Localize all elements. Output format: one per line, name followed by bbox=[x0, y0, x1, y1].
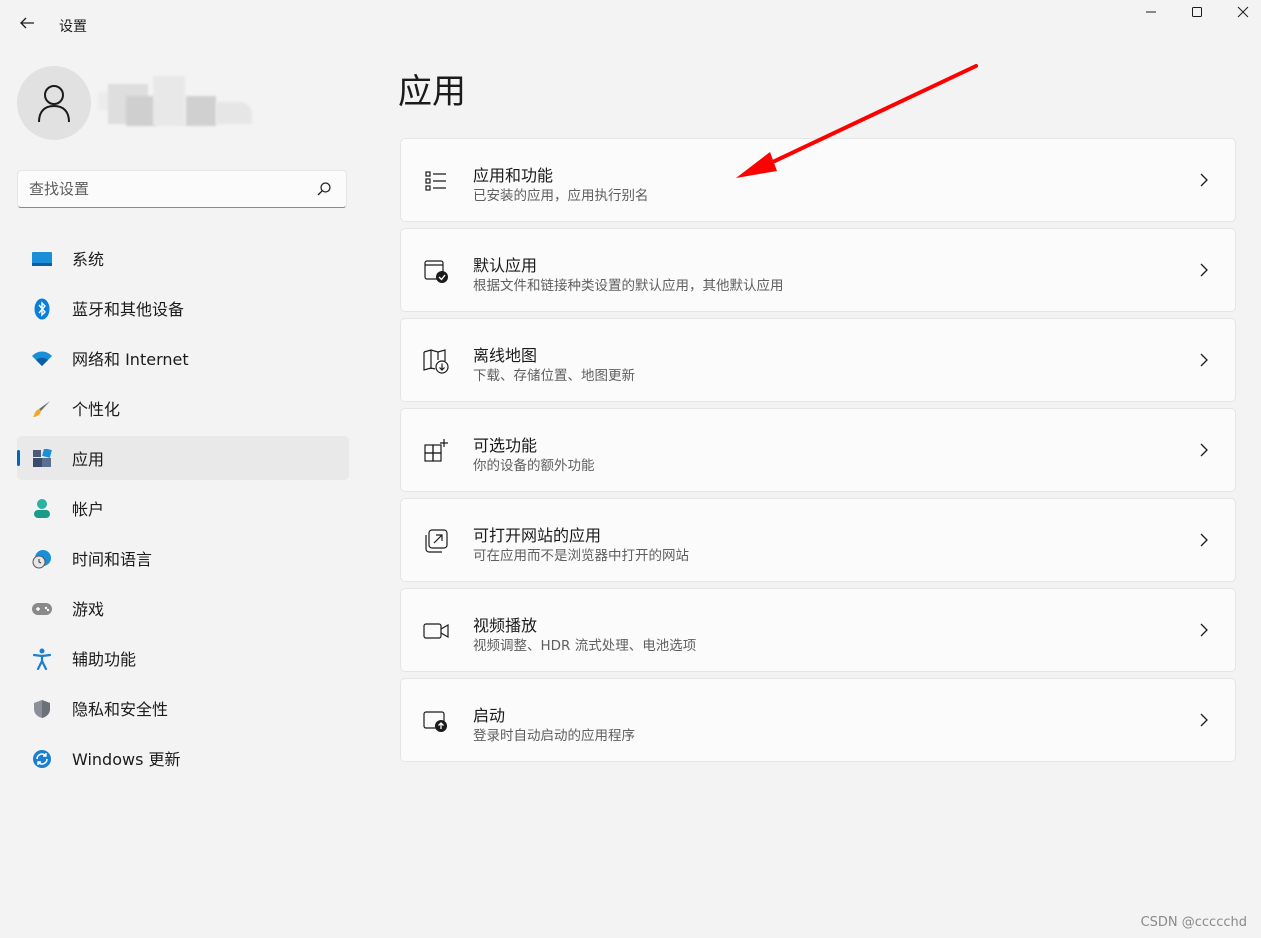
chevron-right-icon bbox=[1200, 713, 1208, 727]
card-offline-maps[interactable]: 离线地图 下载、存储位置、地图更新 bbox=[400, 318, 1236, 402]
app-title: 设置 bbox=[59, 19, 87, 35]
maximize-button[interactable] bbox=[1174, 0, 1220, 24]
search-icon[interactable] bbox=[316, 181, 332, 197]
card-title: 启动 bbox=[473, 706, 506, 725]
sidebar-item-label: 游戏 bbox=[72, 600, 105, 619]
sidebar-item-label: Windows 更新 bbox=[72, 750, 181, 769]
close-icon bbox=[1237, 6, 1249, 18]
watermark: CSDN @ccccchd bbox=[1140, 915, 1247, 930]
startup-icon bbox=[423, 708, 449, 734]
card-title: 可选功能 bbox=[473, 436, 538, 455]
card-apps-for-websites[interactable]: 可打开网站的应用 可在应用而不是浏览器中打开的网站 bbox=[400, 498, 1236, 582]
sidebar-item-personalization[interactable]: 个性化 bbox=[17, 386, 349, 430]
minimize-icon bbox=[1146, 11, 1156, 13]
search-input[interactable] bbox=[29, 171, 309, 207]
chevron-right-icon bbox=[1200, 623, 1208, 637]
user-name-obscured bbox=[98, 76, 254, 128]
video-camera-icon bbox=[423, 618, 449, 644]
sidebar-item-windows-update[interactable]: Windows 更新 bbox=[17, 736, 349, 780]
sidebar-nav: 系统 蓝牙和其他设备 网络和 Internet 个性化 应用 帐户 时间和语言 … bbox=[17, 236, 349, 786]
card-title: 离线地图 bbox=[473, 346, 538, 365]
close-button[interactable] bbox=[1220, 0, 1261, 24]
card-title: 默认应用 bbox=[473, 256, 538, 275]
card-subtitle: 你的设备的额外功能 bbox=[473, 458, 595, 474]
card-subtitle: 根据文件和链接种类设置的默认应用，其他默认应用 bbox=[473, 278, 784, 294]
account-person-icon bbox=[31, 498, 53, 520]
card-title: 视频播放 bbox=[473, 616, 538, 635]
system-display-icon bbox=[31, 248, 53, 270]
back-arrow-icon bbox=[20, 17, 34, 29]
chevron-right-icon bbox=[1200, 443, 1208, 457]
minimize-button[interactable] bbox=[1128, 0, 1174, 24]
open-external-icon bbox=[423, 528, 449, 554]
sidebar-item-label: 隐私和安全性 bbox=[72, 700, 169, 719]
settings-card-list: 应用和功能 已安装的应用，应用执行别名 默认应用 根据文件和链接种类设置的默认应… bbox=[400, 138, 1236, 768]
chevron-right-icon bbox=[1200, 353, 1208, 367]
active-indicator bbox=[17, 450, 20, 466]
sidebar-item-label: 网络和 Internet bbox=[72, 350, 189, 369]
sidebar-item-label: 蓝牙和其他设备 bbox=[72, 300, 185, 319]
card-apps-features[interactable]: 应用和功能 已安装的应用，应用执行别名 bbox=[400, 138, 1236, 222]
sidebar-item-privacy[interactable]: 隐私和安全性 bbox=[17, 686, 349, 730]
sidebar-item-accounts[interactable]: 帐户 bbox=[17, 486, 349, 530]
sidebar-item-label: 系统 bbox=[72, 250, 105, 269]
apps-icon bbox=[31, 448, 53, 470]
list-icon bbox=[423, 168, 449, 194]
default-app-check-icon bbox=[423, 258, 449, 284]
add-feature-icon bbox=[423, 438, 449, 464]
globe-clock-icon bbox=[31, 548, 53, 570]
card-subtitle: 登录时自动启动的应用程序 bbox=[473, 728, 635, 744]
sidebar-item-system[interactable]: 系统 bbox=[17, 236, 349, 280]
card-default-apps[interactable]: 默认应用 根据文件和链接种类设置的默认应用，其他默认应用 bbox=[400, 228, 1236, 312]
card-title: 应用和功能 bbox=[473, 166, 554, 185]
card-title: 可打开网站的应用 bbox=[473, 526, 602, 545]
card-video-playback[interactable]: 视频播放 视频调整、HDR 流式处理、电池选项 bbox=[400, 588, 1236, 672]
sidebar-item-accessibility[interactable]: 辅助功能 bbox=[17, 636, 349, 680]
page-title: 应用 bbox=[398, 72, 466, 112]
windows-update-icon bbox=[31, 748, 53, 770]
user-avatar[interactable] bbox=[17, 66, 91, 140]
chevron-right-icon bbox=[1200, 263, 1208, 277]
card-optional-features[interactable]: 可选功能 你的设备的额外功能 bbox=[400, 408, 1236, 492]
sidebar-item-label: 辅助功能 bbox=[72, 650, 137, 669]
bluetooth-icon bbox=[31, 298, 53, 320]
sidebar-item-label: 个性化 bbox=[72, 400, 121, 419]
card-startup[interactable]: 启动 登录时自动启动的应用程序 bbox=[400, 678, 1236, 762]
chevron-right-icon bbox=[1200, 173, 1208, 187]
paintbrush-icon bbox=[31, 398, 53, 420]
card-subtitle: 已安装的应用，应用执行别名 bbox=[473, 188, 649, 204]
title-bar: 设置 bbox=[0, 0, 1261, 48]
card-subtitle: 下载、存储位置、地图更新 bbox=[473, 368, 635, 384]
sidebar-item-time-language[interactable]: 时间和语言 bbox=[17, 536, 349, 580]
back-button[interactable] bbox=[12, 8, 42, 38]
card-subtitle: 视频调整、HDR 流式处理、电池选项 bbox=[473, 638, 697, 654]
gamepad-icon bbox=[31, 598, 53, 620]
sidebar-item-label: 时间和语言 bbox=[72, 550, 153, 569]
sidebar-item-bluetooth[interactable]: 蓝牙和其他设备 bbox=[17, 286, 349, 330]
accessibility-icon bbox=[31, 648, 53, 670]
shield-icon bbox=[31, 698, 53, 720]
sidebar-item-label: 帐户 bbox=[72, 500, 105, 519]
maximize-icon bbox=[1192, 7, 1202, 17]
sidebar-item-network[interactable]: 网络和 Internet bbox=[17, 336, 349, 380]
search-box[interactable] bbox=[17, 170, 347, 208]
card-subtitle: 可在应用而不是浏览器中打开的网站 bbox=[473, 548, 689, 564]
user-avatar-icon bbox=[38, 85, 70, 123]
sidebar-item-gaming[interactable]: 游戏 bbox=[17, 586, 349, 630]
chevron-right-icon bbox=[1200, 533, 1208, 547]
wifi-icon bbox=[31, 348, 53, 370]
sidebar-item-apps[interactable]: 应用 bbox=[17, 436, 349, 480]
sidebar-item-label: 应用 bbox=[72, 450, 105, 469]
map-download-icon bbox=[423, 348, 449, 374]
